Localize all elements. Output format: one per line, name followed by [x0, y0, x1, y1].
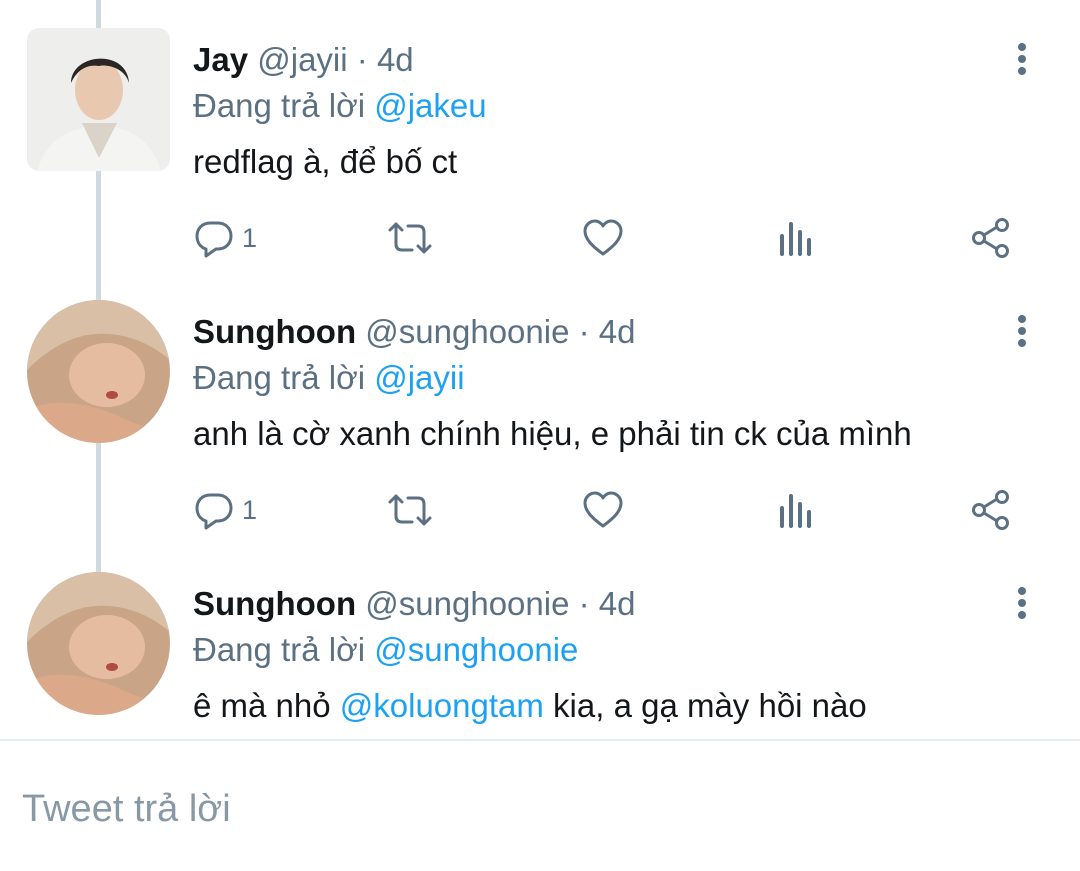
avatar[interactable] [27, 572, 170, 715]
avatar-sunghoon [27, 572, 170, 715]
like-button[interactable] [582, 216, 624, 260]
avatar-sunghoon [27, 300, 170, 443]
tweet-header: Sunghoon @sunghoonie · 4d [193, 310, 636, 354]
reply-input[interactable] [22, 781, 922, 837]
share-icon [972, 490, 1009, 530]
analytics-icon [780, 494, 811, 528]
more-icon[interactable] [1006, 40, 1038, 80]
separator: · [578, 585, 590, 622]
reply-button[interactable]: 1 [194, 488, 257, 532]
replying-to: Đang trả lời @sunghoonie [193, 628, 578, 672]
like-icon [583, 219, 623, 256]
tweet-text: ê mà nhỏ @koluongtam kia, a gạ mày hồi n… [193, 684, 867, 728]
replying-to: Đang trả lời @jakeu [193, 84, 487, 128]
timestamp[interactable]: 4d [599, 585, 636, 622]
author-name[interactable]: Sunghoon [193, 313, 356, 350]
reply-button[interactable]: 1 [194, 216, 257, 260]
avatar[interactable] [27, 28, 170, 171]
tweet-text-main: redflag à, để bố ct [193, 143, 458, 180]
reply-icon [195, 221, 233, 258]
action-bar: 1 [0, 480, 1080, 540]
thread-line [96, 0, 101, 30]
avatar-jay [27, 28, 170, 171]
replying-mention[interactable]: @jakeu [374, 87, 486, 124]
analytics-button[interactable] [778, 216, 816, 260]
replying-prefix: Đang trả lời [193, 631, 375, 668]
tweet-text-main: ê mà nhỏ [193, 687, 340, 724]
replying-mention[interactable]: @sunghoonie [374, 631, 578, 668]
tweet-text-main: anh là cờ xanh chính hiệu, e phải tin ck… [193, 415, 912, 452]
reply-icon [195, 493, 233, 530]
author-handle[interactable]: @sunghoonie [365, 585, 569, 622]
share-icon [972, 218, 1009, 258]
tweet-text-rest: kia, a gạ mày hồi nào [543, 687, 867, 724]
tweet-mention[interactable]: @koluongtam [340, 687, 544, 724]
tweet[interactable]: Sunghoon @sunghoonie · 4d Đang trả lời @… [0, 300, 1080, 572]
reply-composer [0, 741, 1080, 871]
tweet-header: Jay @jayii · 4d [193, 38, 414, 82]
author-name[interactable]: Sunghoon [193, 585, 356, 622]
reply-count: 1 [242, 222, 258, 253]
replying-prefix: Đang trả lời [193, 359, 375, 396]
like-icon [583, 491, 623, 528]
tweet[interactable]: Sunghoon @sunghoonie · 4d Đang trả lời @… [0, 572, 1080, 738]
replying-prefix: Đang trả lời [193, 87, 375, 124]
like-button[interactable] [582, 488, 624, 532]
analytics-icon [780, 222, 811, 256]
retweet-icon [388, 494, 432, 526]
replying-to: Đang trả lời @jayii [193, 356, 465, 400]
timestamp[interactable]: 4d [377, 41, 414, 78]
share-button[interactable] [970, 488, 1012, 532]
retweet-button[interactable] [386, 488, 434, 532]
tweet-text: anh là cờ xanh chính hiệu, e phải tin ck… [193, 412, 912, 456]
tweet-text: redflag à, để bố ct [193, 140, 457, 184]
retweet-button[interactable] [386, 216, 434, 260]
retweet-icon [388, 222, 432, 254]
reply-count: 1 [242, 494, 258, 525]
tweet[interactable]: Jay @jayii · 4d Đang trả lời @jakeu redf… [0, 28, 1080, 300]
action-bar: 1 [0, 208, 1080, 268]
share-button[interactable] [970, 216, 1012, 260]
more-icon[interactable] [1006, 584, 1038, 624]
avatar[interactable] [27, 300, 170, 443]
separator: · [356, 41, 368, 78]
analytics-button[interactable] [778, 488, 816, 532]
author-name[interactable]: Jay [193, 41, 248, 78]
author-handle[interactable]: @sunghoonie [365, 313, 569, 350]
timestamp[interactable]: 4d [599, 313, 636, 350]
replying-mention[interactable]: @jayii [374, 359, 464, 396]
tweet-header: Sunghoon @sunghoonie · 4d [193, 582, 636, 626]
author-handle[interactable]: @jayii [257, 41, 347, 78]
separator: · [578, 313, 590, 350]
more-icon[interactable] [1006, 312, 1038, 352]
